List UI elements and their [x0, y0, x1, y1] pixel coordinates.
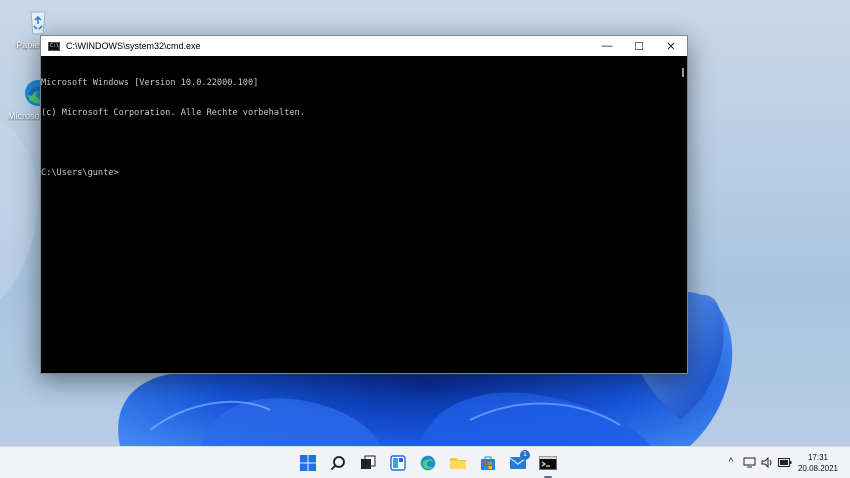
clock-time: 17:31: [807, 453, 829, 462]
cmd-window[interactable]: C:\ C:\WINDOWS\system32\cmd.exe — ☐ ✕ Mi…: [40, 35, 688, 374]
task-view-button[interactable]: [356, 451, 380, 475]
taskbar-apps: 1: [296, 450, 560, 478]
speaker-icon[interactable]: [760, 455, 774, 469]
recycle-bin-icon: [22, 6, 54, 38]
notification-badge: 1: [520, 450, 530, 460]
search-button[interactable]: [326, 451, 350, 475]
console-prompt: C:\Users\gunte>: [41, 168, 119, 178]
clock-date: 20.08.2021: [797, 464, 839, 473]
console-line: (c) Microsoft Corporation. Alle Rechte v…: [41, 108, 305, 118]
network-icon[interactable]: [742, 455, 756, 469]
cmd-icon: C:\: [48, 41, 60, 51]
cmd-icon: [539, 456, 557, 470]
search-icon: [330, 456, 345, 471]
system-tray: ^: [724, 455, 792, 469]
window-title: C:\WINDOWS\system32\cmd.exe: [66, 41, 201, 51]
close-button[interactable]: ✕: [655, 36, 687, 56]
mail-button[interactable]: 1: [506, 450, 530, 475]
edge-taskbar-button[interactable]: [416, 451, 440, 475]
widgets-icon: [390, 455, 406, 471]
edge-icon: [420, 455, 436, 471]
explorer-button[interactable]: [446, 451, 470, 475]
scrollbar[interactable]: [677, 56, 687, 373]
folder-icon: [450, 458, 466, 469]
taskbar: 1 ^ 17:31 20.08.2021: [0, 446, 850, 478]
windows-start-icon: [300, 455, 316, 471]
maximize-button[interactable]: ☐: [623, 36, 655, 56]
battery-icon[interactable]: [778, 455, 792, 469]
show-hidden-icons-button[interactable]: ^: [724, 455, 738, 469]
title-bar[interactable]: C:\ C:\WINDOWS\system32\cmd.exe — ☐ ✕: [41, 36, 687, 56]
cmd-taskbar-button[interactable]: [536, 451, 560, 478]
start-button[interactable]: [296, 451, 320, 475]
store-icon: [481, 456, 495, 470]
widgets-button[interactable]: [386, 451, 410, 475]
task-view-icon: [361, 455, 376, 469]
clock[interactable]: 17:31 20.08.2021: [794, 452, 842, 474]
minimize-button[interactable]: —: [591, 36, 623, 56]
console-line: Microsoft Windows [Version 10.0.22000.10…: [41, 78, 259, 88]
console-output[interactable]: Microsoft Windows [Version 10.0.22000.10…: [41, 56, 677, 373]
store-button[interactable]: [476, 451, 500, 475]
scrollbar-thumb[interactable]: [682, 68, 684, 77]
